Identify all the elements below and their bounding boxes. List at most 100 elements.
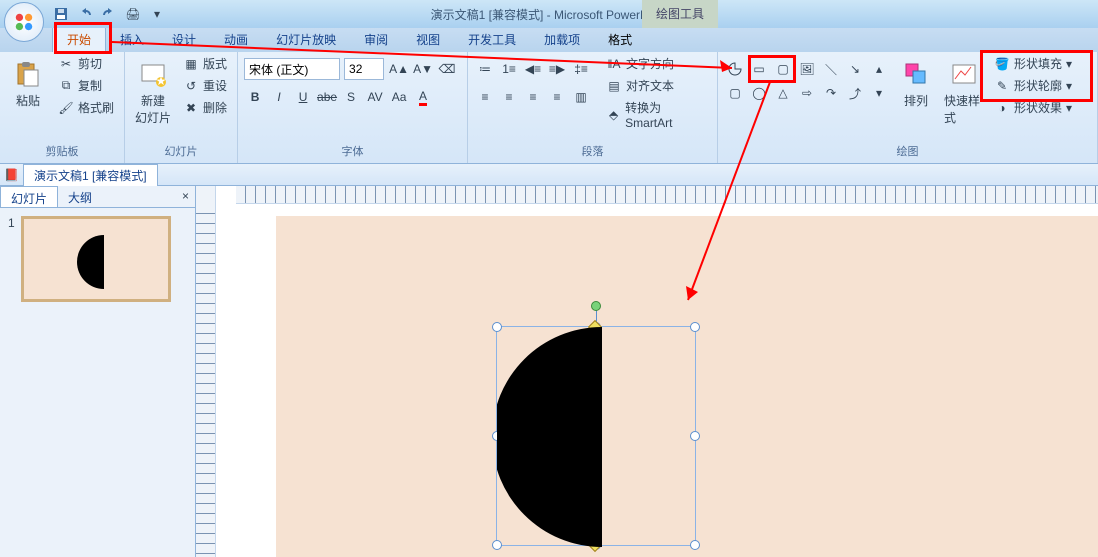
align-text-icon: ▤ [606,78,622,94]
format-painter-button[interactable]: 🖌格式刷 [54,98,118,117]
shape-tri-icon[interactable]: △ [772,82,794,104]
italic-button[interactable]: I [268,86,290,108]
selection-box[interactable] [496,326,696,546]
shape-outline-button[interactable]: ✎形状轮廓▾ [990,76,1076,95]
tab-animation[interactable]: 动画 [210,27,262,52]
redo-icon[interactable] [100,5,118,23]
layout-button[interactable]: ▦版式 [179,54,231,73]
tab-format[interactable]: 格式 [594,27,646,52]
ribbon-tabs: 开始 插入 设计 动画 幻灯片放映 审阅 视图 开发工具 加载项 格式 [0,28,1098,52]
powerpoint-file-icon: 📕 [4,168,19,182]
shapes-gallery[interactable]: ▭ ▢ 🖼 ＼ ↘ ▴ ▢ ◯ △ ⇨ ↷ ⤴ ▾ [724,54,890,104]
shape-oval-icon[interactable]: ◯ [748,82,770,104]
shape-arrowr-icon[interactable]: ⇨ [796,82,818,104]
text-direction-button[interactable]: ‖A文字方向 [602,54,711,73]
tab-insert[interactable]: 插入 [106,27,158,52]
slide-canvas[interactable] [276,216,1098,557]
dropdown-icon: ▾ [1066,101,1072,115]
undo-icon[interactable] [76,5,94,23]
shape-connector-icon[interactable]: ⤴ [844,82,866,104]
shape-curvearrow-icon[interactable]: ↷ [820,82,842,104]
resize-handle-mr[interactable] [690,431,700,441]
tab-view[interactable]: 视图 [402,27,454,52]
half-circle-shape[interactable] [497,327,602,547]
font-size-combo[interactable]: 32 [344,58,384,80]
gallery-up-icon[interactable]: ▴ [868,58,890,80]
reset-button[interactable]: ↺重设 [179,76,231,95]
rotation-handle[interactable] [591,301,601,311]
cut-button[interactable]: ✂剪切 [54,54,118,73]
shadow-button[interactable]: S [340,86,362,108]
bullets-button[interactable]: ≔ [474,58,496,80]
tab-review[interactable]: 审阅 [350,27,402,52]
slide-panel: 幻灯片 大纲 × 1 [0,186,196,557]
pane-tab-outline[interactable]: 大纲 [58,186,102,207]
shape-fill-button[interactable]: 🪣形状填充▾ [990,54,1076,73]
align-center-button[interactable]: ≡ [498,86,520,108]
tab-devtools[interactable]: 开发工具 [454,27,530,52]
document-tab[interactable]: 演示文稿1 [兼容模式] [23,164,158,186]
workspace: 幻灯片 大纲 × 1 [0,186,1098,557]
numbering-button[interactable]: 1≡ [498,58,520,80]
tab-design[interactable]: 设计 [158,27,210,52]
ribbon: 粘贴 ✂剪切 ⧉复制 🖌格式刷 剪贴板 ★ 新建 幻灯片 ▦版式 ↺重设 ✖删除… [0,52,1098,164]
smartart-button[interactable]: ⬘转换为 SmartArt [602,98,711,131]
pane-tab-slides[interactable]: 幻灯片 [0,186,58,207]
shape-arrow-icon[interactable]: ↘ [844,58,866,80]
change-case-button[interactable]: Aa [388,86,410,108]
qat-more-icon[interactable]: ▾ [148,5,166,23]
resize-handle-tr[interactable] [690,322,700,332]
columns-button[interactable]: ▥ [570,86,592,108]
slide-thumb-1[interactable]: 1 [8,216,187,302]
arrange-button[interactable]: 排列 [894,54,938,113]
gallery-more-icon[interactable]: ▾ [868,82,890,104]
font-color-button[interactable]: A [412,86,434,108]
group-font: 宋体 (正文) 32 A▲ A▼ ⌫ B I U abe S AV Aa A 字… [238,52,468,163]
shrink-font-button[interactable]: A▼ [412,58,434,80]
tab-addins[interactable]: 加载项 [530,27,594,52]
indent-inc-button[interactable]: ≡▶ [546,58,568,80]
effects-icon: ◑ [994,100,1010,116]
align-left-button[interactable]: ≡ [474,86,496,108]
copy-button[interactable]: ⧉复制 [54,76,118,95]
align-text-button[interactable]: ▤对齐文本 [602,76,711,95]
clear-format-button[interactable]: ⌫ [436,58,458,80]
shape-rect-icon[interactable]: ▢ [772,58,794,80]
shape-line-icon[interactable]: ＼ [820,58,842,80]
shape-pie-icon[interactable] [724,58,746,80]
strike-button[interactable]: abe [316,86,338,108]
font-family-combo[interactable]: 宋体 (正文) [244,58,340,80]
indent-dec-button[interactable]: ◀≡ [522,58,544,80]
office-button[interactable] [4,2,44,42]
eraser-icon: ⌫ [439,62,456,76]
arrange-icon [900,58,932,90]
resize-handle-br[interactable] [690,540,700,550]
quick-styles-button[interactable]: 快速样式 [942,54,986,130]
save-icon[interactable] [52,5,70,23]
bold-button[interactable]: B [244,86,266,108]
shape-textbox-icon[interactable]: ▭ [748,58,770,80]
thumbnail-list: 1 [0,208,195,557]
line-spacing-button[interactable]: ‡≡ [570,58,592,80]
grow-font-button[interactable]: A▲ [388,58,410,80]
layout-icon: ▦ [183,56,199,72]
justify-button[interactable]: ≡ [546,86,568,108]
shape-image-icon[interactable]: 🖼 [796,58,818,80]
shape-roundrect-icon[interactable]: ▢ [724,82,746,104]
vertical-ruler [196,186,216,557]
canvas-area[interactable] [216,186,1098,557]
close-pane-icon[interactable]: × [176,186,195,207]
delete-button[interactable]: ✖删除 [179,98,231,117]
qat-print-icon[interactable]: 🖨 [124,5,142,23]
underline-button[interactable]: U [292,86,314,108]
edit-area [196,186,1098,557]
tab-slideshow[interactable]: 幻灯片放映 [262,27,350,52]
char-spacing-button[interactable]: AV [364,86,386,108]
group-clipboard: 粘贴 ✂剪切 ⧉复制 🖌格式刷 剪贴板 [0,52,125,163]
new-slide-button[interactable]: ★ 新建 幻灯片 [131,54,175,130]
align-right-button[interactable]: ≡ [522,86,544,108]
shape-effects-button[interactable]: ◑形状效果▾ [990,98,1076,117]
fill-icon: 🪣 [994,56,1010,72]
tab-home[interactable]: 开始 [52,26,106,52]
paste-button[interactable]: 粘贴 [6,54,50,113]
